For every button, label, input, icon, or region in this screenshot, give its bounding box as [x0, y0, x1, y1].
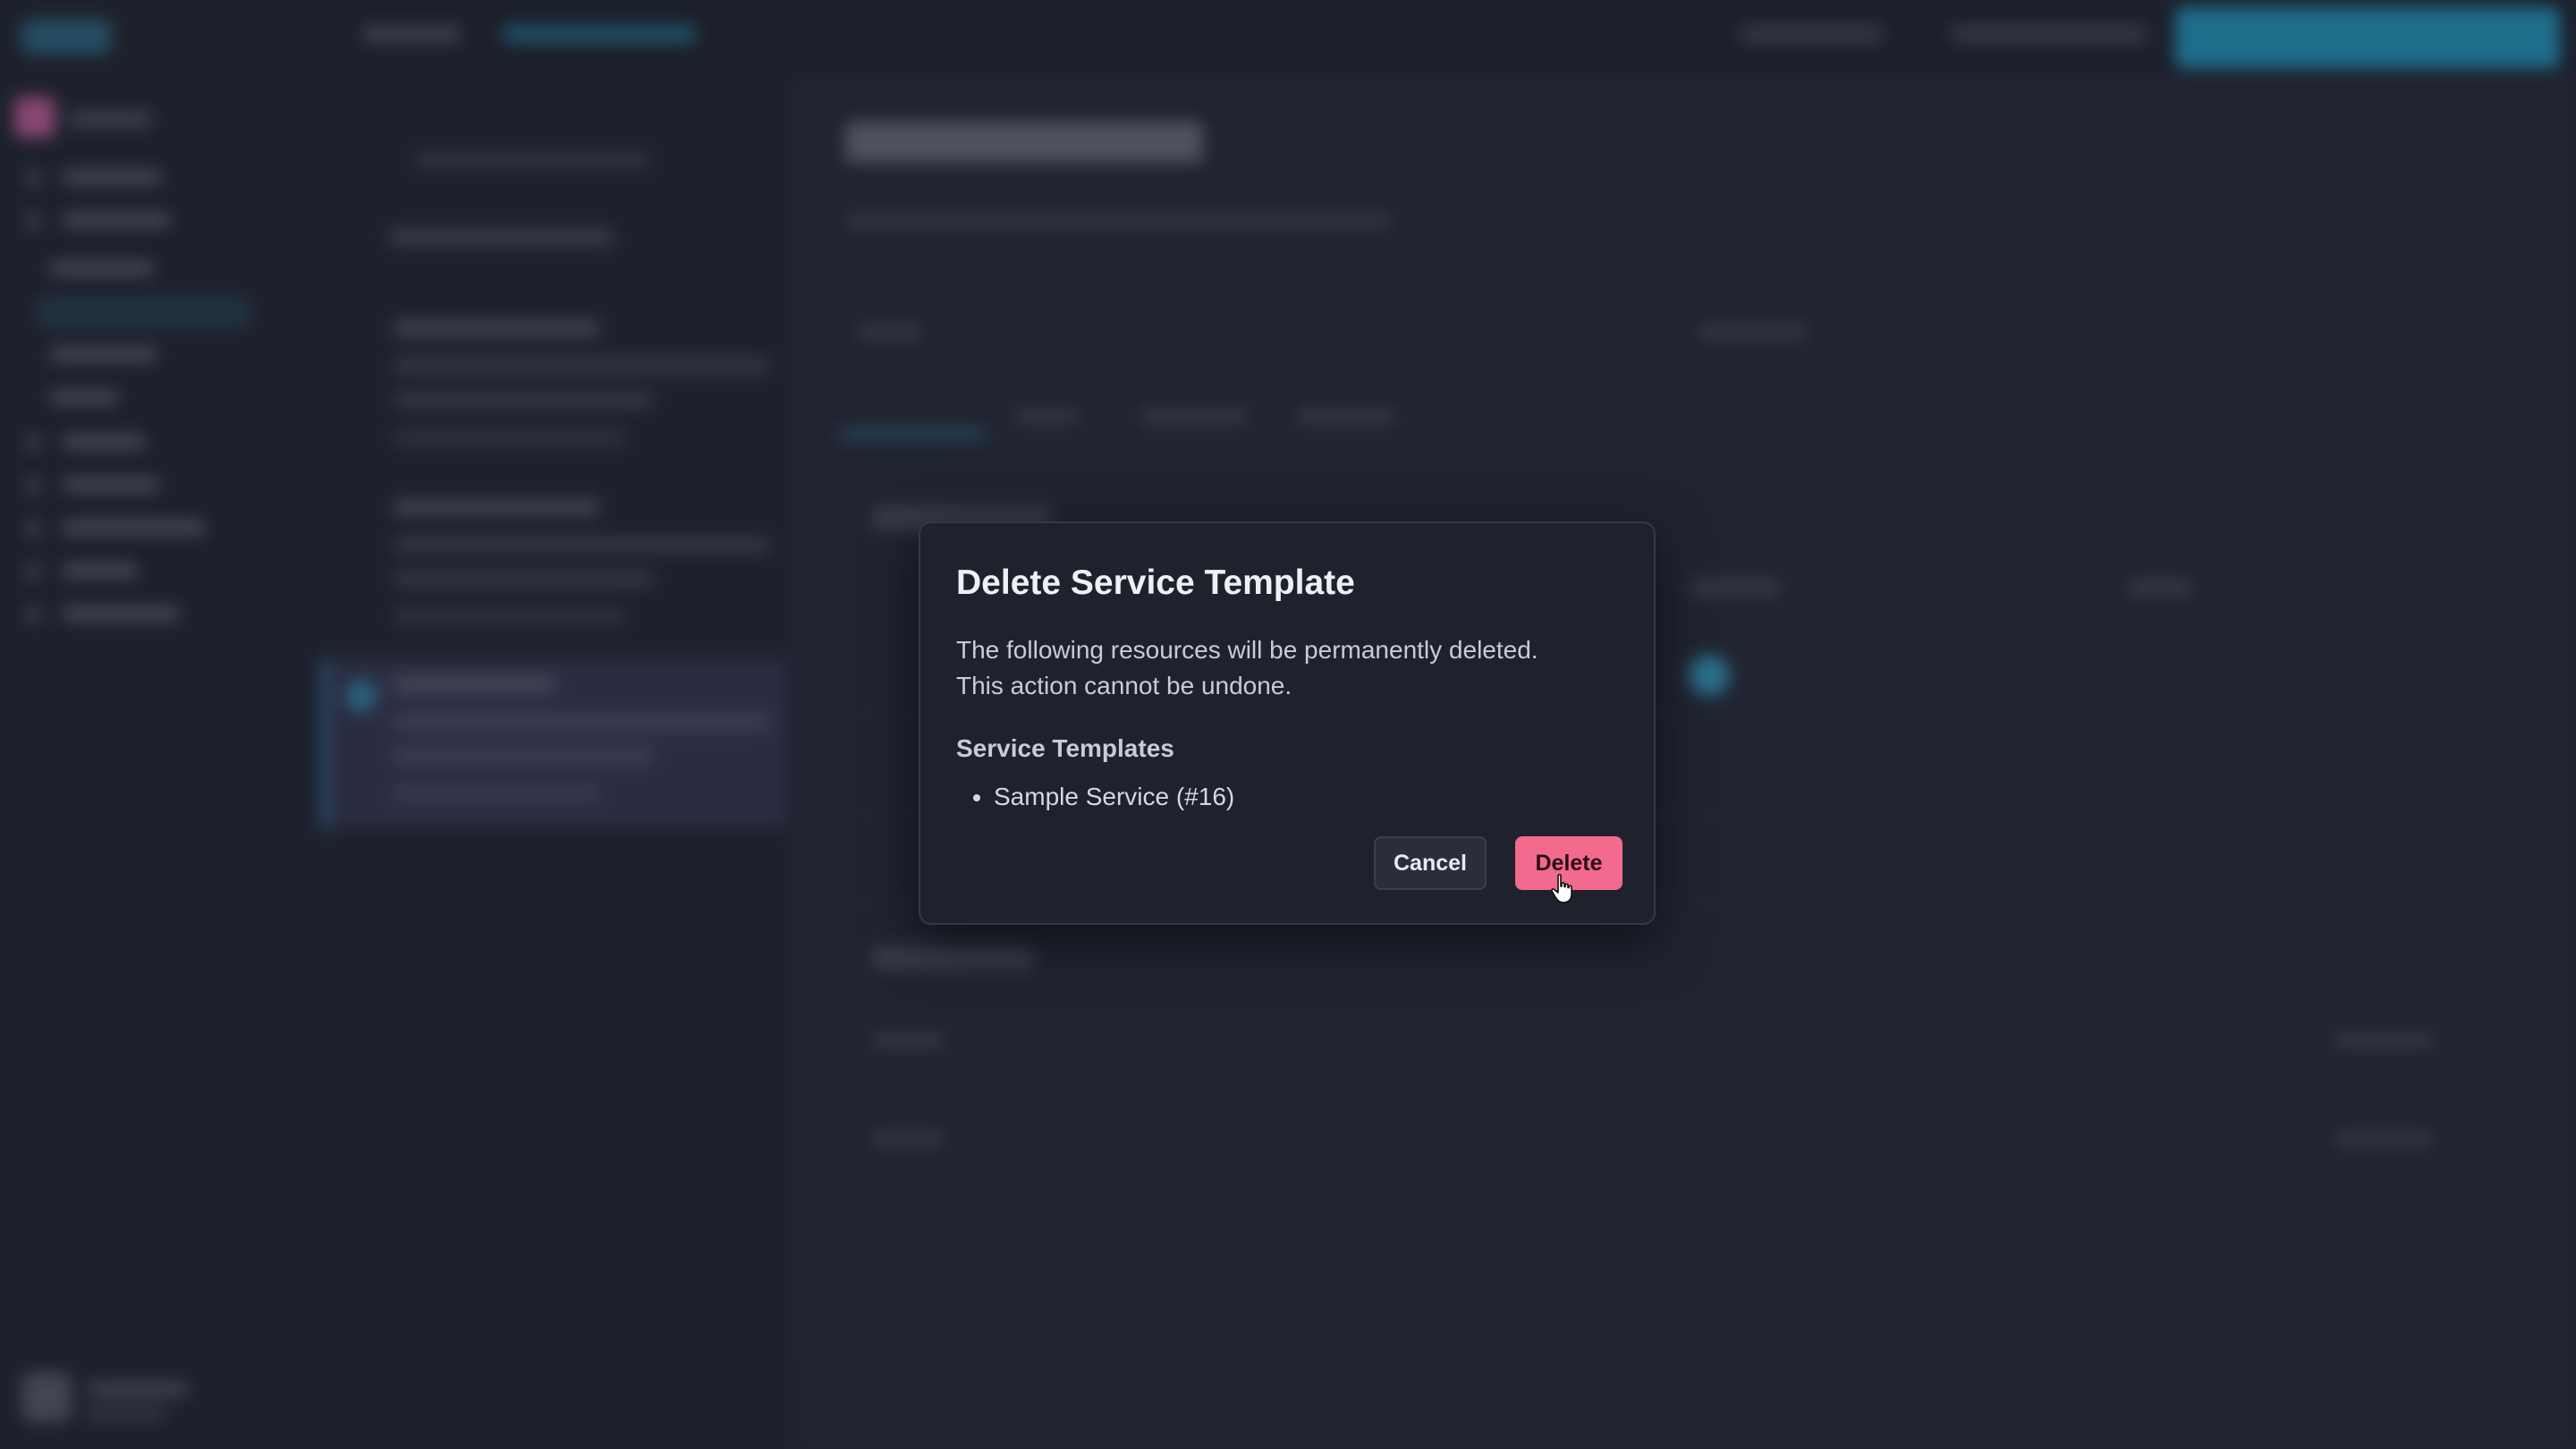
- hand-pointer-icon: [1551, 874, 1572, 903]
- cancel-button[interactable]: Cancel: [1374, 836, 1487, 890]
- dialog-description-line: This action cannot be undone.: [956, 672, 1292, 699]
- dialog-title: Delete Service Template: [956, 564, 1355, 602]
- dialog-description: The following resources will be permanen…: [956, 632, 1618, 704]
- resource-section-heading: Service Templates: [956, 734, 1174, 762]
- resource-list-item: Sample Service (#16): [994, 781, 1234, 813]
- resource-list: Sample Service (#16): [956, 781, 1234, 813]
- dialog-description-line: The following resources will be permanen…: [956, 636, 1538, 664]
- delete-confirm-dialog: Delete Service Template The following re…: [919, 521, 1656, 925]
